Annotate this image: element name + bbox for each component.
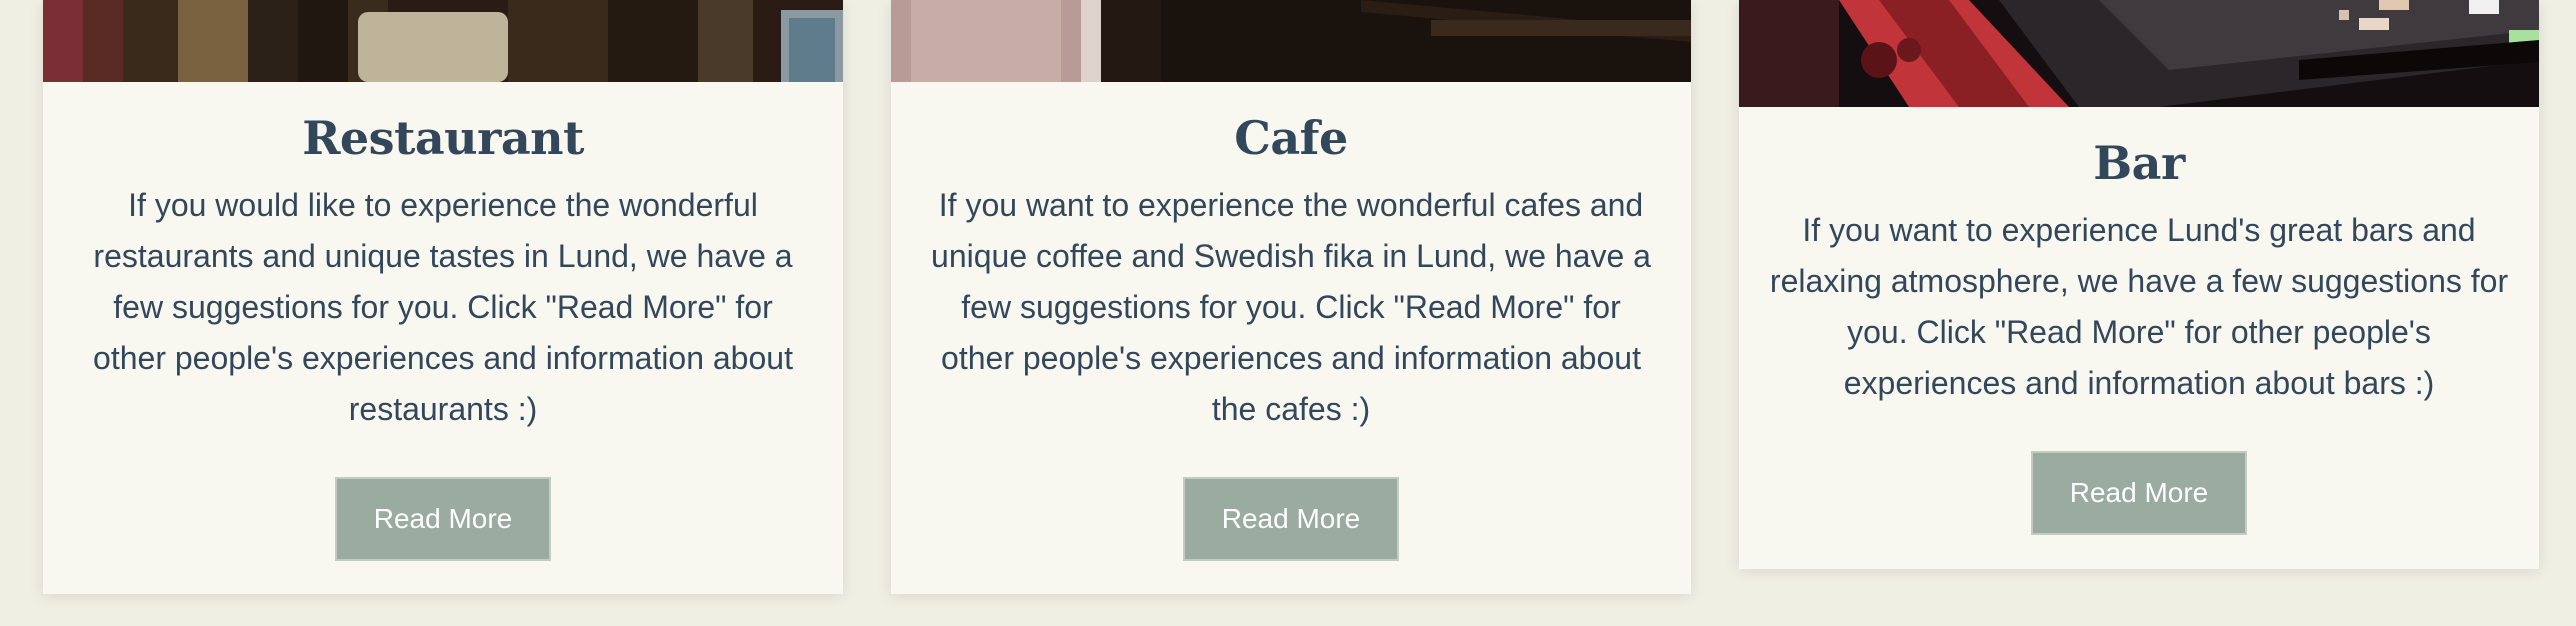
page: Restaurant If you would like to experien… xyxy=(0,0,2576,626)
cafe-card-body: Cafe If you want to experience the wonde… xyxy=(891,110,1691,435)
read-more-wrap: Read More xyxy=(1739,451,2539,535)
card-restaurant: Restaurant If you would like to experien… xyxy=(43,0,843,594)
read-more-wrap: Read More xyxy=(43,477,843,561)
bar-photo xyxy=(1739,0,2539,107)
card-description: If you would like to experience the wond… xyxy=(93,187,793,427)
read-more-button[interactable]: Read More xyxy=(1183,477,1399,561)
bar-card-body: Bar If you want to experience Lund's gre… xyxy=(1739,135,2539,409)
card-title: Cafe xyxy=(1234,111,1348,165)
read-more-button[interactable]: Read More xyxy=(2031,451,2247,535)
read-more-wrap: Read More xyxy=(891,477,1691,561)
card-description: If you want to experience the wonderful … xyxy=(931,187,1651,427)
card-cafe: Cafe If you want to experience the wonde… xyxy=(891,0,1691,594)
card-title: Restaurant xyxy=(302,111,584,165)
restaurant-photo xyxy=(43,0,843,82)
restaurant-card-body: Restaurant If you would like to experien… xyxy=(43,110,843,435)
card-bar: Bar If you want to experience Lund's gre… xyxy=(1739,0,2539,569)
cafe-photo xyxy=(891,0,1691,82)
card-description: If you want to experience Lund's great b… xyxy=(1769,212,2509,401)
card-title: Bar xyxy=(2093,136,2185,190)
read-more-button[interactable]: Read More xyxy=(335,477,551,561)
